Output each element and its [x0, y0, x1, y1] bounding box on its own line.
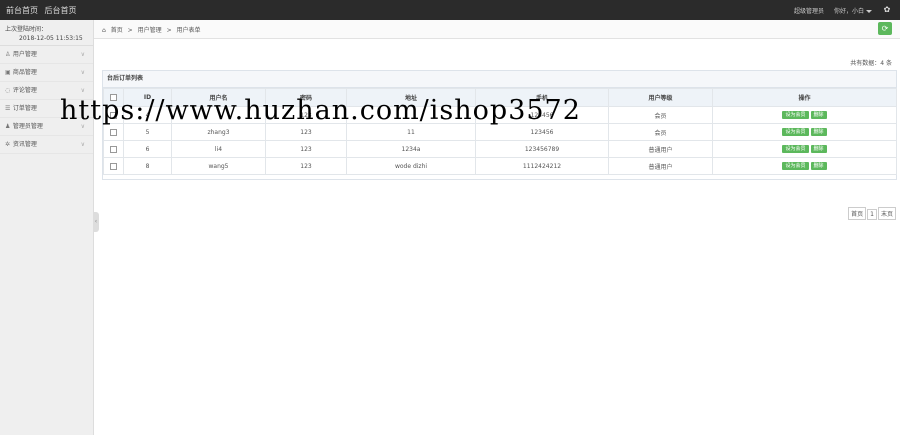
greeting-text: 你好，小白 — [833, 8, 864, 15]
cell-phone: 1112424212 — [475, 157, 609, 175]
sidebar-item-label: 管理员管理 — [12, 123, 43, 130]
user-icon: ♙ — [5, 51, 11, 58]
cell-username: wang5 — [171, 157, 266, 175]
header-actions: 操作 — [712, 88, 897, 107]
delete-button[interactable]: 删除 — [810, 145, 827, 153]
first-page-button[interactable]: 首页 — [848, 207, 867, 220]
role-label: 超级管理员 — [794, 8, 825, 15]
set-member-button[interactable]: 设为会员 — [782, 145, 809, 153]
sidebar-item-users[interactable]: ♙ 用户管理 ∨ — [0, 46, 93, 64]
breadcrumb-separator: > — [127, 27, 133, 34]
back-home-link[interactable]: 后台首页 — [45, 6, 77, 15]
cell-address: wode dizhi — [346, 157, 476, 175]
sidebar-item-label: 资讯管理 — [12, 141, 37, 148]
sidebar-item-label: 用户管理 — [12, 51, 37, 58]
refresh-button[interactable]: ⟳ — [878, 22, 892, 35]
breadcrumb-bar: ⌂ 首页 > 用户管理 > 用户表单 ⟳ — [94, 20, 900, 39]
cell-actions: 设为会员 删除 — [712, 123, 897, 141]
chevron-down-icon: ∨ — [80, 69, 85, 76]
table-row: 8 wang5 123 wode dizhi 1112424212 普通用户 设… — [103, 157, 897, 175]
chevron-down-icon: ∨ — [80, 141, 85, 148]
cell-username: li4 — [171, 140, 266, 158]
cell-password: 123 — [265, 140, 347, 158]
cell-level: 普通用户 — [608, 157, 713, 175]
delete-button[interactable]: 删除 — [810, 111, 827, 119]
cell-actions: 设为会员 删除 — [712, 106, 897, 124]
pagination: 首页 1 末页 — [847, 207, 896, 220]
sidebar-item-label: 商品管理 — [12, 69, 37, 76]
user-menu[interactable]: 你好，小白 — [834, 8, 872, 15]
sidebar-item-products[interactable]: ▣ 商品管理 ∨ — [0, 64, 93, 82]
front-home-link[interactable]: 前台首页 — [6, 6, 38, 15]
breadcrumb: ⌂ 首页 > 用户管理 > 用户表单 — [102, 25, 204, 34]
delete-button[interactable]: 删除 — [810, 128, 827, 136]
box-icon: ▣ — [5, 69, 11, 76]
sidebar: 上次登陆时间： 2018-12-05 11:53:15 ♙ 用户管理 ∨ ▣ 商… — [0, 20, 94, 435]
cell-phone: 123456 — [475, 123, 609, 141]
chevron-down-icon: ∨ — [80, 51, 85, 58]
set-member-button[interactable]: 设为会员 — [782, 128, 809, 136]
cell-level: 会员 — [608, 123, 713, 141]
row-select-cell — [103, 157, 124, 175]
last-login-label: 上次登陆时间： — [5, 26, 48, 33]
watermark-text: https://www.huzhan.com/ishop3572 — [60, 95, 581, 126]
page-1-button[interactable]: 1 — [867, 209, 877, 220]
gear-icon: ✲ — [5, 141, 11, 148]
breadcrumb-home[interactable]: 首页 — [111, 27, 123, 34]
home-icon: ⌂ — [102, 27, 106, 34]
list-icon: ☰ — [5, 105, 11, 112]
comment-icon: ◌ — [5, 87, 11, 94]
cell-address: 11 — [346, 123, 476, 141]
cell-password: 123 — [265, 123, 347, 141]
cell-level: 普通用户 — [608, 140, 713, 158]
row-checkbox[interactable] — [110, 128, 117, 136]
brand-links: 前台首页 后台首页 — [6, 5, 81, 16]
refresh-icon: ⟳ — [881, 24, 889, 33]
row-checkbox[interactable] — [110, 145, 117, 153]
cell-id: 5 — [123, 123, 172, 141]
set-member-button[interactable]: 设为会员 — [782, 111, 809, 119]
row-select-cell — [103, 140, 124, 158]
cell-id: 8 — [123, 157, 172, 175]
logo-icon: ✿ — [883, 5, 891, 14]
chevron-down-icon — [866, 10, 872, 13]
last-login-box: 上次登陆时间： 2018-12-05 11:53:15 — [0, 20, 93, 46]
table-title: 台后订单列表 — [103, 71, 896, 88]
cell-password: 123 — [265, 157, 347, 175]
total-count: 共有数据：4 条 — [850, 60, 892, 67]
sidebar-item-label: 评论管理 — [12, 87, 37, 94]
cell-address: 1234a — [346, 140, 476, 158]
breadcrumb-separator: > — [166, 27, 172, 34]
breadcrumb-level2: 用户表单 — [176, 27, 201, 34]
cell-phone: 123456789 — [475, 140, 609, 158]
cell-level: 会员 — [608, 106, 713, 124]
row-checkbox[interactable] — [110, 162, 117, 170]
cell-username: zhang3 — [171, 123, 266, 141]
set-member-button[interactable]: 设为会员 — [782, 162, 809, 170]
top-bar: 前台首页 后台首页 超级管理员 你好，小白 ✿ — [0, 0, 900, 20]
sidebar-collapse-handle[interactable]: ‹ — [93, 212, 99, 232]
row-select-cell — [103, 123, 124, 141]
cell-id: 6 — [123, 140, 172, 158]
table-row: 5 zhang3 123 11 123456 会员 设为会员 删除 — [103, 123, 897, 141]
admin-icon: ♟ — [5, 123, 11, 130]
header-level: 用户等级 — [608, 88, 713, 107]
sidebar-item-news[interactable]: ✲ 资讯管理 ∨ — [0, 136, 93, 154]
sidebar-item-label: 订单管理 — [12, 105, 37, 112]
last-page-button[interactable]: 末页 — [877, 207, 896, 220]
cell-actions: 设为会员 删除 — [712, 140, 897, 158]
delete-button[interactable]: 删除 — [810, 162, 827, 170]
user-area: 超级管理员 你好，小白 — [786, 6, 872, 15]
cell-actions: 设为会员 删除 — [712, 157, 897, 175]
table-row: 6 li4 123 1234a 123456789 普通用户 设为会员 删除 — [103, 140, 897, 158]
last-login-time: 2018-12-05 11:53:15 — [19, 35, 83, 42]
breadcrumb-level1[interactable]: 用户管理 — [138, 27, 162, 34]
